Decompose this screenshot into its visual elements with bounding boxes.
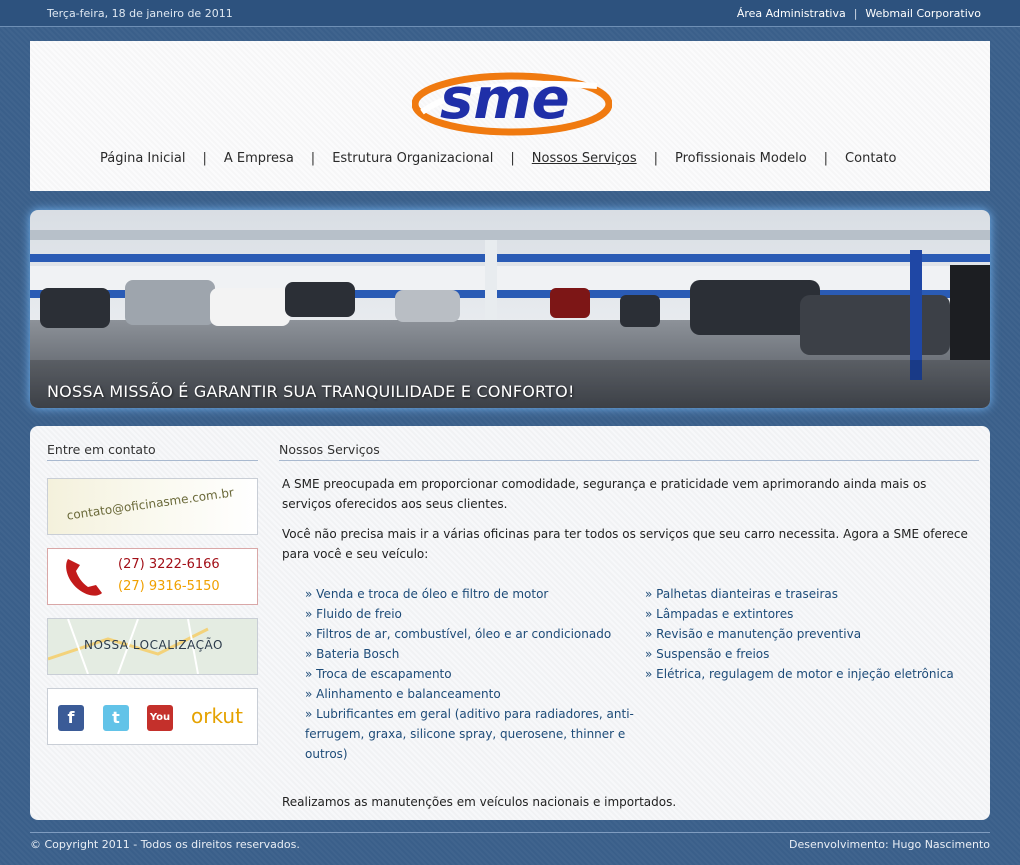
location-label[interactable]: NOSSA LOCALIZAÇÃO [84,638,223,652]
service-item: » Alinhamento e balanceamento [305,687,501,701]
service-item: » Lubrificantes em geral (aditivo para r… [305,707,634,761]
service-item: » Lâmpadas e extintores [645,607,794,621]
email-card[interactable]: contato@oficinasme.com.br [47,478,258,535]
nav-separator: | [653,151,659,166]
nav-structure[interactable]: Estrutura Organizacional [332,151,510,166]
main-nav: Página Inicial | A Empresa | Estrutura O… [100,151,913,166]
service-item: » Filtros de ar, combustível, óleo e ar … [305,627,612,641]
nav-professionals[interactable]: Profissionais Modelo [675,151,824,166]
sme-logo[interactable]: sme [412,66,612,136]
developer-credit: Desenvolvimento: Hugo Nascimento [788,838,990,851]
facebook-icon[interactable]: f [58,705,84,731]
service-item: » Venda e troca de óleo e filtro de moto… [305,587,549,601]
service-item: » Suspensão e freios [645,647,770,661]
workshop-banner: NOSSA MISSÃO É GARANTIR SUA TRANQUILIDAD… [30,210,990,408]
service-item: » Troca de escapamento [305,667,452,681]
service-item: » Revisão e manutenção preventiva [645,627,862,641]
service-item: » Palhetas dianteiras e traseiras [645,587,839,601]
closing-paragraph: Realizamos as manutenções em veículos na… [282,795,677,809]
social-card: f t You orkut [47,688,258,745]
services-column-1: » Venda e troca de óleo e filtro de moto… [305,584,645,764]
current-date: Terça-feira, 18 de janeiro de 2011 [47,7,233,20]
youtube-icon[interactable]: You [147,705,173,731]
service-item: » Elétrica, regulagem de motor e injeção… [645,667,954,681]
phone-number-1: (27) 3222-6166 [118,557,220,572]
webmail-link[interactable]: Webmail Corporativo [865,7,981,20]
admin-area-link[interactable]: Área Administrativa [737,7,846,20]
phone-number-2: (27) 9316-5150 [118,579,220,594]
intro-paragraph-1: A SME preocupada em proporcionar comodid… [282,477,927,511]
page-title: Nossos Serviços [279,442,979,461]
orkut-icon[interactable]: orkut [191,703,251,729]
nav-contact[interactable]: Contato [845,151,913,166]
contact-sidebar: Entre em contato contato@oficinasme.com.… [47,442,258,745]
nav-separator: | [823,151,829,166]
top-links-separator: | [853,7,858,20]
sidebar-title: Entre em contato [47,442,258,461]
nav-company[interactable]: A Empresa [224,151,311,166]
banner-caption: NOSSA MISSÃO É GARANTIR SUA TRANQUILIDAD… [47,382,575,401]
nav-home[interactable]: Página Inicial [100,151,202,166]
services-main: Nossos Serviços A SME preocupada em prop… [279,442,979,809]
top-bar: Terça-feira, 18 de janeiro de 2011 Área … [0,0,1020,27]
service-item: » Fluido de freio [305,607,402,621]
nav-separator: | [202,151,207,166]
twitter-icon[interactable]: t [103,705,129,731]
nav-services[interactable]: Nossos Serviços [532,151,654,166]
workshop-photo [30,210,990,408]
phone-card: (27) 3222-6166 (27) 9316-5150 [47,548,258,605]
copyright-text: © Copyright 2011 - Todos os direitos res… [30,838,300,851]
phone-icon [66,559,102,596]
top-links: Área Administrativa | Webmail Corporativ… [737,7,981,20]
location-card[interactable]: NOSSA LOCALIZAÇÃO [47,618,258,675]
intro-paragraph-2: Você não precisa mais ir a várias oficin… [282,527,968,561]
header: sme Página Inicial | A Empresa | Estrutu… [30,41,990,191]
content-panel: Entre em contato contato@oficinasme.com.… [30,426,990,820]
service-item: » Bateria Bosch [305,647,400,661]
nav-separator: | [510,151,515,166]
email-address[interactable]: contato@oficinasme.com.br [66,485,235,522]
svg-text:sme: sme [440,67,570,132]
services-column-2: » Palhetas dianteiras e traseiras » Lâmp… [645,584,979,684]
footer: © Copyright 2011 - Todos os direitos res… [30,832,990,858]
nav-separator: | [310,151,316,166]
